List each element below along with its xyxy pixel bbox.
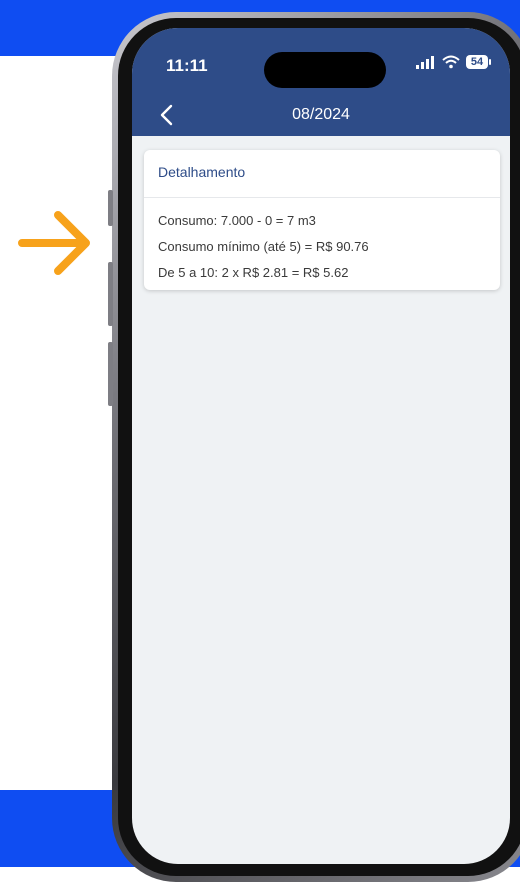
detail-line-consumo-minimo: Consumo mínimo (até 5) = R$ 90.76 [158,239,369,254]
app-header: 11:11 54 08/2024 [132,28,510,136]
side-button-volume-up [108,262,113,326]
detail-line-faixa: De 5 a 10: 2 x R$ 2.81 = R$ 5.62 [158,265,349,280]
arrow-right-icon [18,211,90,275]
status-icons: 54 [416,55,491,69]
signal-icon [416,55,434,69]
page-title: 08/2024 [292,106,350,123]
phone-screen: 11:11 54 08/2024 Detalhamento Consumo: 7… [132,28,510,864]
wifi-icon [442,55,460,69]
status-time: 11:11 [166,56,208,75]
dynamic-island [264,52,386,88]
detail-line-consumo: Consumo: 7.000 - 0 = 7 m3 [158,213,316,228]
phone-frame: 11:11 54 08/2024 Detalhamento Consumo: 7… [108,12,520,882]
side-button-volume-down [108,342,113,406]
detail-card: Detalhamento Consumo: 7.000 - 0 = 7 m3 C… [144,150,500,290]
side-button-silent [108,190,113,226]
card-title: Detalhamento [144,150,500,198]
card-body: Consumo: 7.000 - 0 = 7 m3 Consumo mínimo… [144,198,500,286]
battery-icon: 54 [466,55,491,69]
